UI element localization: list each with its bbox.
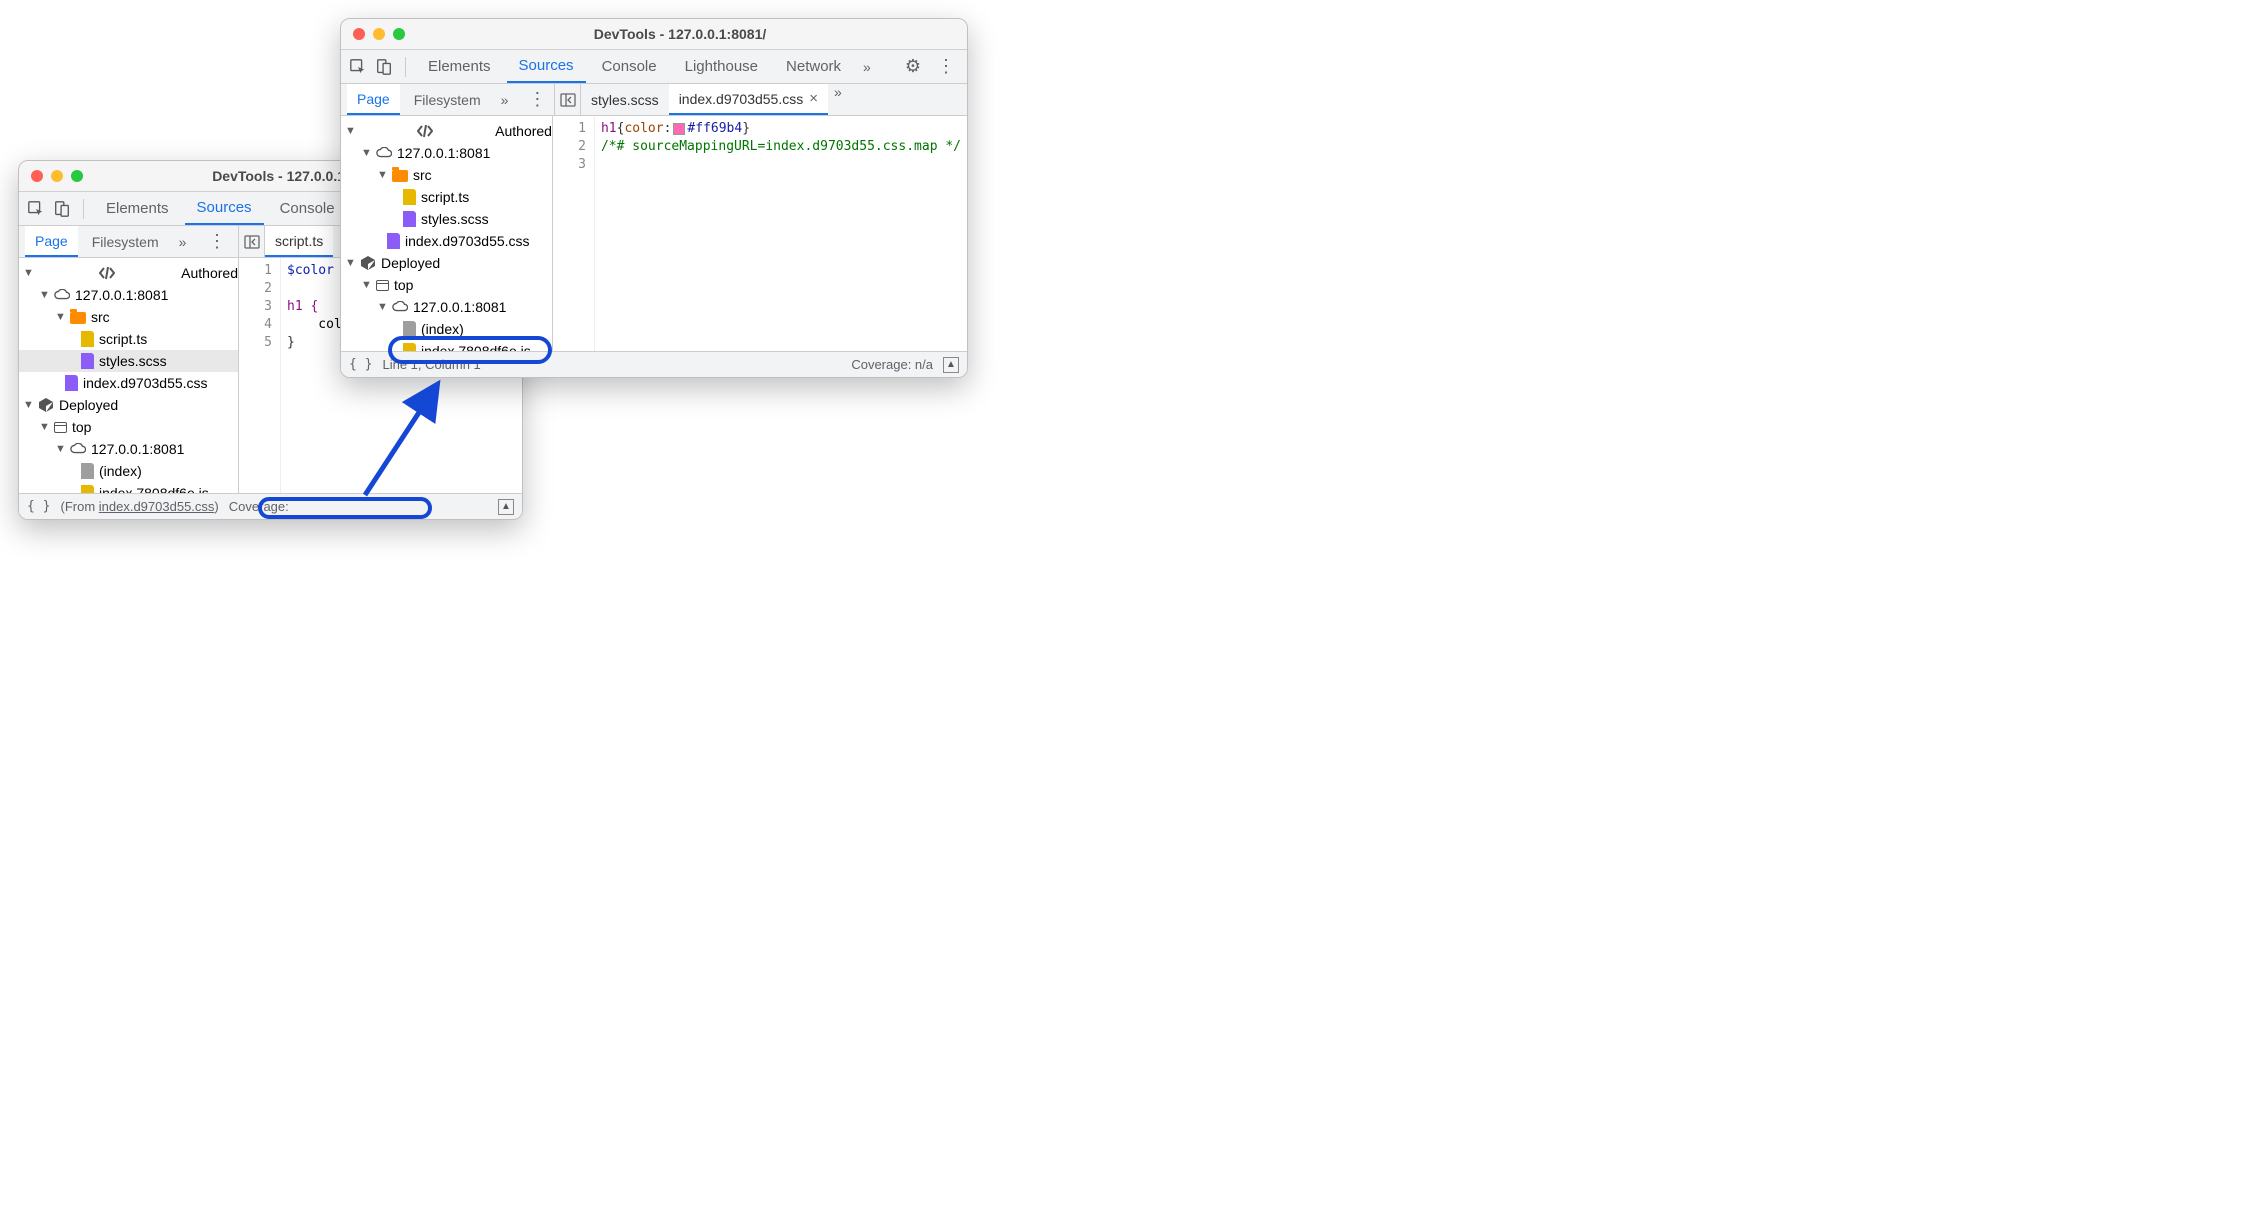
device-icon[interactable]: [373, 56, 395, 78]
tree-authored[interactable]: ▼Authored: [19, 262, 238, 284]
tab-lighthouse[interactable]: Lighthouse: [673, 50, 770, 83]
tree-file-script[interactable]: script.ts: [341, 186, 552, 208]
tree-top[interactable]: ▼top: [19, 416, 238, 438]
source[interactable]: h1{color:#ff69b4} /*# sourceMappingURL=i…: [595, 116, 967, 351]
tree-host-deployed[interactable]: ▼127.0.0.1:8081: [341, 296, 552, 318]
tree-host[interactable]: ▼127.0.0.1:8081: [19, 284, 238, 306]
tree-compiled-js[interactable]: index.7808df6e.js: [341, 340, 552, 351]
file-tab-css[interactable]: index.d9703d55.css×: [669, 84, 828, 115]
inspect-icon[interactable]: [25, 198, 47, 220]
minimize-button[interactable]: [373, 28, 385, 40]
tree-authored[interactable]: ▼Authored: [341, 120, 552, 142]
brackets-icon[interactable]: { }: [349, 357, 372, 372]
traffic-lights: [31, 170, 83, 182]
settings-icon[interactable]: ⚙: [899, 56, 927, 77]
tree-src-folder[interactable]: ▼src: [19, 306, 238, 328]
line-numbers: 12345: [239, 258, 281, 493]
status-coverage: Coverage: n/a: [851, 357, 933, 372]
window-title: DevTools - 127.0.0.1:8081/: [405, 26, 955, 42]
device-icon[interactable]: [51, 198, 73, 220]
subtab-filesystem[interactable]: Filesystem: [82, 226, 169, 257]
more-filetabs-icon[interactable]: »: [828, 84, 848, 115]
tree-file-script[interactable]: script.ts: [19, 328, 238, 350]
tree-file-css[interactable]: index.d9703d55.css: [341, 230, 552, 252]
more-subtabs-icon[interactable]: »: [173, 234, 193, 250]
maximize-button[interactable]: [393, 28, 405, 40]
close-button[interactable]: [31, 170, 43, 182]
tree-src-folder[interactable]: ▼src: [341, 164, 552, 186]
tree-deployed[interactable]: ▼Deployed: [341, 252, 552, 274]
toggle-navigator-icon[interactable]: [239, 226, 265, 257]
more-options-icon[interactable]: ⋮: [522, 89, 552, 110]
status-from: (From index.d9703d55.css): [60, 499, 218, 514]
tree-file-css[interactable]: index.d9703d55.css: [19, 372, 238, 394]
file-tree: ▼Authored ▼127.0.0.1:8081 ▼src script.ts…: [341, 116, 553, 351]
tree-index[interactable]: (index): [341, 318, 552, 340]
source-map-link[interactable]: index.d9703d55.css: [99, 499, 215, 514]
tree-host-deployed[interactable]: ▼127.0.0.1:8081: [19, 438, 238, 460]
tab-elements[interactable]: Elements: [416, 50, 503, 83]
tab-console[interactable]: Console: [268, 192, 347, 225]
eject-icon[interactable]: ▲: [498, 499, 514, 515]
file-tab[interactable]: script.ts: [265, 226, 333, 257]
toggle-navigator-icon[interactable]: [555, 84, 581, 115]
file-tab-styles[interactable]: styles.scss: [581, 84, 669, 115]
content: ▼Authored ▼127.0.0.1:8081 ▼src script.ts…: [341, 116, 967, 351]
color-swatch[interactable]: [673, 123, 685, 135]
tree-top[interactable]: ▼top: [341, 274, 552, 296]
subtab-page[interactable]: Page: [25, 226, 78, 257]
devtools-window-2: DevTools - 127.0.0.1:8081/ Elements Sour…: [340, 18, 968, 378]
tab-sources[interactable]: Sources: [507, 50, 586, 83]
code-editor[interactable]: 123 h1{color:#ff69b4} /*# sourceMappingU…: [553, 116, 967, 351]
status-bar: { } (From index.d9703d55.css) Coverage: …: [19, 493, 522, 519]
inspect-icon[interactable]: [347, 56, 369, 78]
tab-console[interactable]: Console: [590, 50, 669, 83]
close-button[interactable]: [353, 28, 365, 40]
line-numbers: 123: [553, 116, 595, 351]
brackets-icon[interactable]: { }: [27, 499, 50, 514]
titlebar[interactable]: DevTools - 127.0.0.1:8081/: [341, 19, 967, 50]
tree-compiled-js[interactable]: index.7808df6e.js: [19, 482, 238, 493]
more-options-icon[interactable]: ⋮: [931, 56, 961, 77]
tree-file-styles[interactable]: styles.scss: [19, 350, 238, 372]
status-coverage: Coverage:: [229, 499, 289, 514]
tab-elements[interactable]: Elements: [94, 192, 181, 225]
close-tab-icon[interactable]: ×: [809, 90, 818, 107]
tab-sources[interactable]: Sources: [185, 192, 264, 225]
tree-host[interactable]: ▼127.0.0.1:8081: [341, 142, 552, 164]
sub-toolbar: Page Filesystem » ⋮ styles.scss index.d9…: [341, 84, 967, 116]
tree-file-styles[interactable]: styles.scss: [341, 208, 552, 230]
status-bar: { } Line 1, Column 1 Coverage: n/a ▲: [341, 351, 967, 377]
traffic-lights: [353, 28, 405, 40]
file-tree: ▼Authored ▼127.0.0.1:8081 ▼src script.ts…: [19, 258, 239, 493]
minimize-button[interactable]: [51, 170, 63, 182]
more-options-icon[interactable]: ⋮: [202, 231, 232, 252]
tree-index[interactable]: (index): [19, 460, 238, 482]
tree-deployed[interactable]: ▼Deployed: [19, 394, 238, 416]
tab-network[interactable]: Network: [774, 50, 853, 83]
divider: [83, 199, 84, 219]
main-toolbar: Elements Sources Console Lighthouse Netw…: [341, 50, 967, 84]
status-position: Line 1, Column 1: [382, 357, 480, 372]
subtab-filesystem[interactable]: Filesystem: [404, 84, 491, 115]
maximize-button[interactable]: [71, 170, 83, 182]
subtab-page[interactable]: Page: [347, 84, 400, 115]
more-subtabs-icon[interactable]: »: [495, 92, 515, 108]
more-tabs-icon[interactable]: »: [857, 59, 877, 75]
eject-icon[interactable]: ▲: [943, 357, 959, 373]
